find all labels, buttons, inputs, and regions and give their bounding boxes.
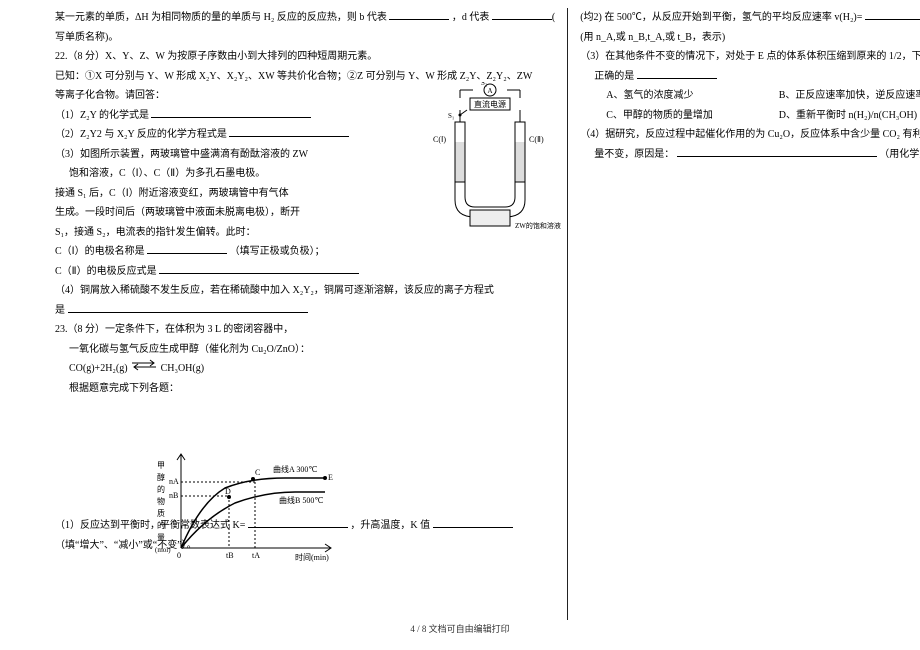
equilibrium-arrow-icon (130, 359, 158, 379)
svg-text:的: 的 (157, 484, 165, 494)
r-line: (用 n_A,或 n_B,t_A,或 t_B，表示) (580, 28, 920, 48)
text-line: 一氧化碳与氢气反应生成甲醇（催化剂为 Cu₂O/ZnO）： (55, 340, 555, 360)
fig-A: A (488, 87, 493, 95)
txt: C（Ⅰ）的电极名称是 (55, 246, 145, 257)
blank (68, 303, 308, 313)
opt-d: D、重新平衡时 n(H₂)/n(CH₃OH) 增大 (779, 110, 920, 121)
txt: （2）Z₂Y2 与 X₂Y 反应的化学方程式是 (55, 129, 227, 140)
fig-s2: S₂ (481, 82, 488, 87)
txt: (均2) (580, 12, 602, 23)
page-footer: 4 / 8 文档可自由编辑打印 (0, 620, 920, 638)
blank (865, 10, 920, 20)
eq-right: CH₃OH(g) (161, 363, 204, 374)
pt-e: E (328, 473, 333, 482)
txt: 某一元素的单质，ΔH 为相同物质的量的单质与 H₂ 反应的反应热，则 b 代表 (55, 12, 387, 23)
opt-c: C、甲醇的物质的量增加 (606, 106, 776, 126)
q22-4b: 是 (55, 301, 555, 321)
svg-text:的: 的 (157, 520, 165, 530)
svg-text:(mol): (mol) (155, 546, 171, 554)
chart-figure: C D E 曲线A 300℃ 曲线B 500℃ nA nB tB tA 0 时间… (155, 448, 345, 566)
fig-zw: ZW的饱和溶液 (515, 221, 561, 230)
text-line: 根据题意完成下列各题： (55, 379, 555, 399)
fig-c1: C(Ⅰ) (433, 135, 446, 144)
blank (151, 108, 311, 118)
q22-3f: C（Ⅰ）的电极名称是 （填写正极或负极）； (55, 242, 555, 262)
svg-text:量: 量 (157, 533, 165, 542)
txt: 正确的是 (594, 71, 634, 82)
blank (637, 69, 717, 79)
fig-power: 直流电源 (474, 99, 506, 109)
pt-c: C (255, 468, 260, 477)
nb: nB (169, 491, 178, 500)
page: 某一元素的单质，ΔH 为相同物质的量的单质与 H₂ 反应的反应热，则 b 代表 … (0, 0, 920, 620)
blank (229, 127, 349, 137)
text-line: 写单质名称)。 (55, 28, 555, 48)
r-line: 量不变，原因是： （用化学方程式表示）。 (580, 145, 920, 165)
eq-left: CO(g)+2H₂(g) (69, 363, 128, 374)
curve-b: 曲线B 500℃ (279, 495, 323, 505)
options-row: A、氢气的浓度减少 B、正反应速率加快，逆反应速率也加快 (580, 86, 920, 106)
r-line: (均2) 在 500℃，从反应开始到平衡，氢气的平均反应速率 v(H₂)= mo… (580, 8, 920, 28)
blank (492, 10, 552, 20)
o: 0 (177, 551, 181, 560)
txt: （填写正极或负极）； (230, 246, 325, 257)
text-line: 某一元素的单质，ΔH 为相同物质的量的单质与 H₂ 反应的反应热，则 b 代表 … (55, 8, 555, 28)
txt: 量不变，原因是： (594, 149, 674, 160)
equation: CO(g)+2H₂(g) CH₃OH(g) (55, 359, 555, 379)
blank (677, 147, 877, 157)
pt-d: D (225, 487, 231, 496)
txt: C（Ⅱ）的电极反应式是 (55, 266, 157, 277)
blank (389, 10, 449, 20)
na: nA (169, 477, 179, 486)
q22-3g: C（Ⅱ）的电极反应式是 (55, 262, 555, 282)
left-column: 某一元素的单质，ΔH 为相同物质的量的单质与 H₂ 反应的反应热，则 b 代表 … (55, 8, 567, 620)
apparatus-figure: A S₂ 直流电源 S₁ C(Ⅰ) C(Ⅱ) (415, 82, 565, 232)
q23: 23.（8 分）一定条件下，在体积为 3 L 的密闭容器中， (55, 320, 555, 340)
tb: tB (226, 551, 234, 560)
right-column: (均2) 在 500℃，从反应开始到平衡，氢气的平均反应速率 v(H₂)= mo… (567, 8, 920, 620)
fig-c2: C(Ⅱ) (529, 135, 544, 144)
r-line: （4）据研究，反应过程中起催化作用的为 Cu₂O，反应体系中含少量 CO₂ 有利… (580, 125, 920, 145)
q22: 22.（8 分）X、Y、Z、W 为按原子序数由小到大排列的四种短周期元素。 (55, 47, 555, 67)
blank (433, 518, 513, 528)
txt: ，d 代表 (452, 12, 490, 23)
txt: 是 (55, 305, 65, 316)
yline1: 甲 (157, 461, 165, 470)
r-line: 正确的是 (580, 67, 920, 87)
text-line: （4）铜屑放入稀硫酸不发生反应，若在稀硫酸中加入 X₂Y₂，铜屑可逐渐溶解，该反… (55, 281, 555, 301)
fig-s1: S₁ (448, 112, 454, 120)
blank (159, 264, 359, 274)
txt: ，升高温度，K 值 (350, 520, 430, 531)
blank (147, 244, 227, 254)
svg-text:质: 质 (157, 508, 165, 518)
txt: 在 500℃，从反应开始到平衡，氢气的平均反应速率 v(H₂)= (604, 12, 862, 23)
opt-b: B、正反应速率加快，逆反应速率也加快 (779, 90, 920, 101)
options-row: C、甲醇的物质的量增加 D、重新平衡时 n(H₂)/n(CH₃OH) 增大 (580, 106, 920, 126)
svg-text:醇: 醇 (157, 472, 165, 482)
txt: （用化学方程式表示）。 (879, 149, 920, 160)
svg-text:物: 物 (157, 496, 165, 506)
opt-a: A、氢气的浓度减少 (606, 86, 776, 106)
xlabel: 时间(min) (295, 552, 329, 562)
r-line: （3）在其他条件不变的情况下，对处于 E 点的体系体积压缩到原来的 1/2，下列… (580, 47, 920, 67)
txt: （1）Z₂Y 的化学式是 (55, 110, 149, 121)
ta: tA (252, 551, 260, 560)
curve-a: 曲线A 300℃ (273, 464, 317, 474)
